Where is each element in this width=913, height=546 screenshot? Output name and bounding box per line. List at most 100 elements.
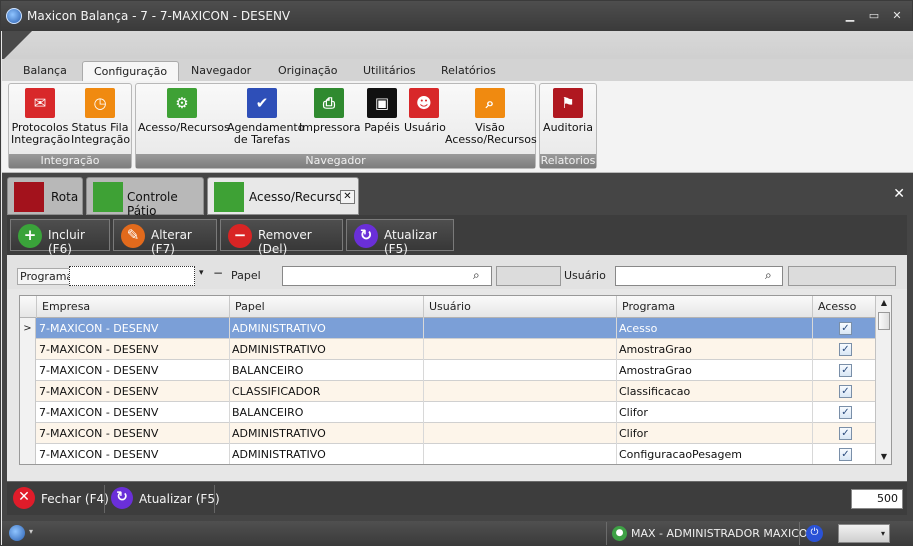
app-menu-icon[interactable] (9, 525, 25, 541)
doc-tab-acesso-recursos[interactable]: Acesso/Recursos ✕ (207, 177, 359, 215)
acesso-checkbox[interactable]: ✓ (839, 448, 852, 461)
tab-balanca[interactable]: Balança (12, 61, 78, 81)
impressora-button[interactable]: ⎙ Impressora (299, 88, 360, 134)
signpost-icon (14, 182, 44, 212)
cell-programa: AmostraGrao (617, 339, 813, 360)
alterar-button[interactable]: ✎ Alterar (F7) (113, 219, 217, 256)
acesso-checkbox[interactable]: ✓ (839, 385, 852, 398)
grid-vertical-scrollbar[interactable]: ▲ ▼ (875, 296, 891, 464)
minimize-icon[interactable]: ▁ (841, 8, 859, 24)
programa-clear-icon[interactable]: − (213, 266, 223, 280)
protocolos-integracao-button[interactable]: ✉ Protocolos Integração (11, 88, 70, 146)
access-grid: Empresa Papel Usuário Programa Acesso > … (19, 295, 892, 465)
acesso-checkbox[interactable]: ✓ (839, 343, 852, 356)
cell-programa: Classificacao (617, 381, 813, 402)
scroll-down-icon[interactable]: ▼ (876, 450, 891, 464)
group-navegador: ⚙ Acesso/Recursos ✔ Agendamento de Taref… (135, 83, 537, 169)
cell-papel: ADMINISTRATIVO (230, 339, 424, 360)
table-row[interactable]: 7-MAXICON - DESENV ADMINISTRATIVO Clifor… (20, 423, 876, 444)
cell-acesso: ✓ (813, 423, 876, 444)
fechar-label: Fechar (F4) (41, 492, 109, 506)
cell-acesso: ✓ (813, 402, 876, 423)
tab-originacao[interactable]: Originação (267, 61, 349, 81)
usuario-search-icon[interactable]: ⌕ (765, 268, 772, 283)
current-user[interactable]: ● MAX - ADMINISTRADOR MAXICON (606, 522, 816, 545)
incluir-button[interactable]: + Incluir (F6) (10, 219, 110, 256)
acesso-checkbox[interactable]: ✓ (839, 322, 852, 335)
atualizar-bottom-button[interactable]: ↻ Atualizar (F5) (107, 485, 220, 513)
papel-input[interactable] (282, 266, 492, 286)
usuario-label: Usuário (564, 269, 606, 282)
ribbon-body: ✉ Protocolos Integração ◷ Status Fila In… (2, 81, 913, 173)
close-icon[interactable]: ✕ (888, 8, 906, 24)
fechar-button[interactable]: ✕ Fechar (F4) (9, 485, 109, 513)
papel-description-field (496, 266, 561, 286)
cell-empresa: 7-MAXICON - DESENV (37, 381, 230, 402)
app-logo-icon[interactable] (6, 8, 22, 24)
page-size-input[interactable]: 500 (851, 489, 903, 509)
app-menu-dropdown-icon[interactable]: ▾ (29, 527, 33, 536)
acesso-checkbox[interactable]: ✓ (839, 427, 852, 440)
acesso-recursos-button[interactable]: ⚙ Acesso/Recursos (138, 88, 230, 134)
close-circle-icon: ✕ (13, 487, 35, 509)
table-row[interactable]: 7-MAXICON - DESENV BALANCEIRO AmostraGra… (20, 360, 876, 381)
tab-navegador[interactable]: Navegador (180, 61, 262, 81)
document-area: Rota Controle Pátio Acesso/Recursos ✕ ✕ … (2, 173, 913, 521)
table-row[interactable]: 7-MAXICON - DESENV ADMINISTRATIVO Config… (20, 444, 876, 464)
task-check-icon: ✔ (247, 88, 277, 118)
doc-tab-rota[interactable]: Rota (7, 177, 83, 215)
atualizar-label: Atualizar (F5) (384, 228, 437, 256)
table-row[interactable]: 7-MAXICON - DESENV BALANCEIRO Clifor ✓ (20, 402, 876, 423)
atualizar-button[interactable]: ↻ Atualizar (F5) (346, 219, 454, 256)
table-row[interactable]: 7-MAXICON - DESENV CLASSIFICADOR Classif… (20, 381, 876, 402)
papel-search-icon[interactable]: ⌕ (473, 268, 480, 283)
pencil-icon: ✎ (121, 224, 145, 248)
auditoria-button[interactable]: ⚑ Auditoria (542, 88, 594, 134)
clock-status-icon: ◷ (85, 88, 115, 118)
col-papel[interactable]: Papel (230, 296, 424, 318)
cell-usuario (424, 381, 617, 402)
col-programa[interactable]: Programa (617, 296, 813, 318)
main-window: Maxicon Balança - 7 - 7-MAXICON - DESENV… (0, 0, 913, 546)
remover-label: Remover (Del) (258, 228, 312, 256)
doc-tab-controle-patio-label: Controle Pátio (127, 190, 178, 218)
usuario-input[interactable] (615, 266, 783, 286)
acesso-checkbox[interactable]: ✓ (839, 406, 852, 419)
status-fila-integracao-button[interactable]: ◷ Status Fila Integração (71, 88, 130, 146)
col-acesso[interactable]: Acesso (813, 296, 876, 318)
status-dropdown[interactable]: ▾ (838, 524, 890, 543)
close-tab-icon[interactable]: ✕ (340, 190, 355, 204)
tab-utilitarios[interactable]: Utilitários (352, 61, 427, 81)
col-empresa[interactable]: Empresa (37, 296, 230, 318)
visao-acesso-recursos-button[interactable]: ⌕ Visão Acesso/Recursos (445, 88, 537, 146)
cell-empresa: 7-MAXICON - DESENV (37, 360, 230, 381)
tab-relatorios[interactable]: Relatórios (430, 61, 507, 81)
table-row[interactable]: 7-MAXICON - DESENV ADMINISTRATIVO Amostr… (20, 339, 876, 360)
usuario-button[interactable]: ☻ Usuário (404, 88, 446, 134)
papeis-button[interactable]: ▣ Papéis (362, 88, 402, 134)
grid-header: Empresa Papel Usuário Programa Acesso (20, 296, 876, 318)
cell-usuario (424, 423, 617, 444)
table-row[interactable]: > 7-MAXICON - DESENV ADMINISTRATIVO Aces… (20, 318, 876, 339)
cell-empresa: 7-MAXICON - DESENV (37, 423, 230, 444)
cell-usuario (424, 360, 617, 381)
programa-input[interactable] (69, 266, 195, 286)
refresh-icon: ↻ (111, 487, 133, 509)
maximize-icon[interactable]: ▭ (865, 8, 883, 24)
remover-button[interactable]: − Remover (Del) (220, 219, 343, 256)
tab-configuracao[interactable]: Configuração (82, 61, 180, 81)
power-icon[interactable]: ⏻ (806, 525, 823, 542)
doc-tab-controle-patio[interactable]: Controle Pátio (86, 177, 204, 218)
cell-papel: CLASSIFICADOR (230, 381, 424, 402)
programa-dropdown-icon[interactable]: ▾ (199, 268, 204, 278)
scroll-thumb[interactable] (878, 312, 890, 330)
cell-papel: BALANCEIRO (230, 360, 424, 381)
acesso-checkbox[interactable]: ✓ (839, 364, 852, 377)
action-toolbar: + Incluir (F6) ✎ Alterar (F7) − Remover … (7, 215, 907, 256)
row-pointer-icon: > (20, 318, 36, 339)
agendamento-tarefas-button[interactable]: ✔ Agendamento de Tarefas (227, 88, 304, 146)
col-usuario[interactable]: Usuário (424, 296, 617, 318)
refresh-icon: ↻ (354, 224, 378, 248)
scroll-up-icon[interactable]: ▲ (876, 296, 891, 310)
close-all-tabs-icon[interactable]: ✕ (893, 186, 905, 202)
